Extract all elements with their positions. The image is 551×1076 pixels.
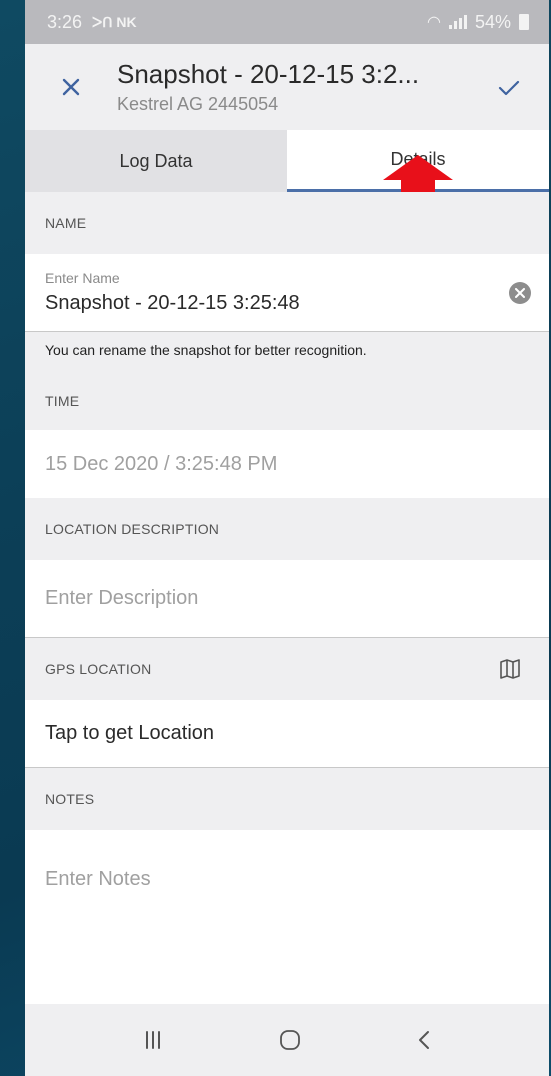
- recent-apps-icon[interactable]: [142, 1030, 164, 1050]
- close-button[interactable]: [49, 65, 93, 109]
- app-screen: 3:26 ᐳᑎ NK ◠ 54% Snapshot - 20-12-15 3:2…: [25, 0, 549, 1076]
- section-header-time: TIME: [25, 372, 549, 430]
- back-icon[interactable]: [416, 1029, 432, 1051]
- home-icon[interactable]: [278, 1028, 302, 1052]
- gps-location-action: Tap to get Location: [45, 722, 215, 744]
- time-value: 15 Dec 2020 / 3:25:48 PM: [45, 452, 278, 475]
- battery-icon: [519, 14, 529, 30]
- system-nav-bar: [25, 1004, 549, 1076]
- clear-icon[interactable]: [509, 282, 531, 304]
- tab-label: Details: [390, 149, 446, 169]
- tab-log-data[interactable]: Log Data: [25, 130, 287, 192]
- page-title: Snapshot - 20-12-15 3:2...: [117, 59, 420, 89]
- wifi-icon: ◠: [427, 14, 441, 31]
- time-field: 15 Dec 2020 / 3:25:48 PM: [25, 430, 549, 498]
- section-header-gps-location: GPS LOCATION: [25, 638, 549, 700]
- notes-input[interactable]: Enter Notes: [25, 830, 549, 1006]
- tab-bar: Log Data Details: [25, 130, 549, 215]
- map-icon[interactable]: [499, 658, 521, 680]
- name-input-value: Snapshot - 20-12-15 3:25:48: [45, 292, 300, 314]
- carrier-icons: ᐳᑎ NK: [92, 13, 137, 30]
- section-header-name: NAME: [25, 192, 549, 254]
- app-header: Snapshot - 20-12-15 3:2... Kestrel AG 24…: [25, 44, 549, 130]
- name-hint: You can rename the snapshot for better r…: [25, 332, 549, 372]
- location-description-input[interactable]: Enter Description: [25, 560, 549, 638]
- save-button[interactable]: [487, 66, 531, 110]
- location-description-placeholder: Enter Description: [45, 587, 199, 609]
- notes-placeholder: Enter Notes: [45, 868, 151, 890]
- name-field-label: Enter Name: [45, 270, 120, 286]
- device-subtitle: Kestrel AG 2445054: [117, 94, 279, 114]
- section-header-location-description: LOCATION DESCRIPTION: [25, 498, 549, 560]
- name-field[interactable]: Enter Name Snapshot - 20-12-15 3:25:48: [25, 254, 549, 332]
- tab-label: Log Data: [119, 150, 193, 171]
- check-icon: [498, 80, 520, 96]
- signal-icon: [448, 15, 467, 29]
- battery-percent: 54%: [474, 11, 511, 32]
- status-bar: 3:26 ᐳᑎ NK ◠ 54%: [25, 0, 549, 44]
- tab-details[interactable]: Details: [287, 130, 549, 215]
- gps-location-field[interactable]: Tap to get Location: [25, 700, 549, 768]
- status-time: 3:26: [47, 11, 83, 32]
- close-icon: [62, 78, 80, 96]
- section-header-notes: NOTES: [25, 768, 549, 830]
